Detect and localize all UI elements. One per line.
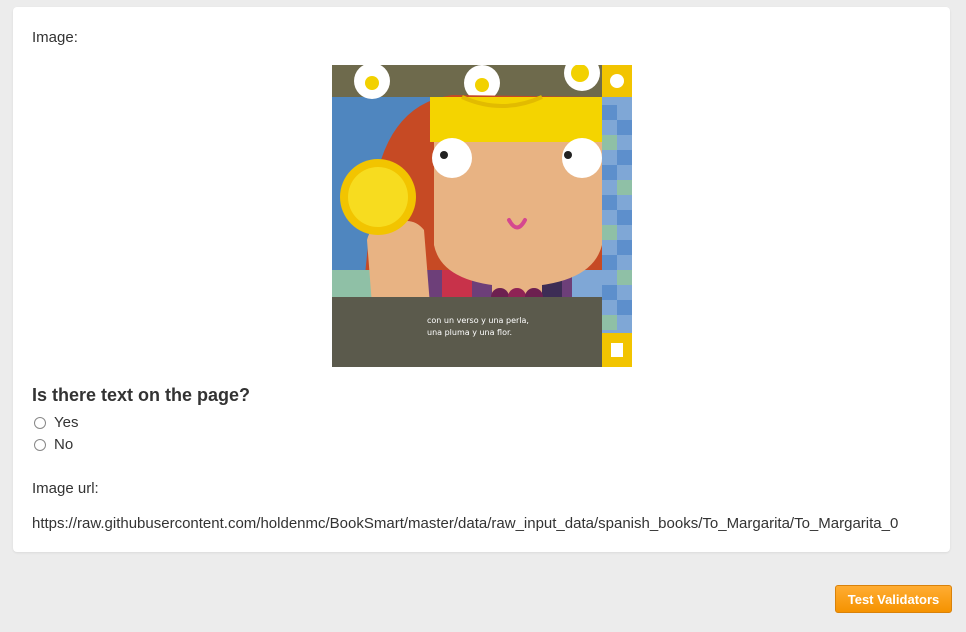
image-url-label: Image url: — [32, 480, 99, 497]
question-heading: Is there text on the page? — [32, 385, 251, 405]
option-no[interactable]: No — [34, 436, 73, 453]
book-caption-line2: una pluma y una flor. — [427, 328, 512, 337]
option-yes-label: Yes — [54, 414, 79, 431]
radio-yes[interactable] — [34, 416, 46, 429]
image-url-value: https://raw.githubusercontent.com/holden… — [32, 515, 899, 532]
image-label: Image: — [32, 29, 78, 46]
test-validators-button[interactable]: Test Validators — [835, 585, 952, 613]
option-yes[interactable]: Yes — [34, 414, 78, 431]
task-card: Image: con un verso y una perla, una plu… — [13, 7, 950, 552]
book-caption-line1: con un verso y una perla, — [427, 316, 529, 325]
book-page-image: con un verso y una perla, una pluma y un… — [332, 55, 632, 367]
option-no-label: No — [54, 436, 74, 453]
radio-no[interactable] — [34, 438, 46, 451]
